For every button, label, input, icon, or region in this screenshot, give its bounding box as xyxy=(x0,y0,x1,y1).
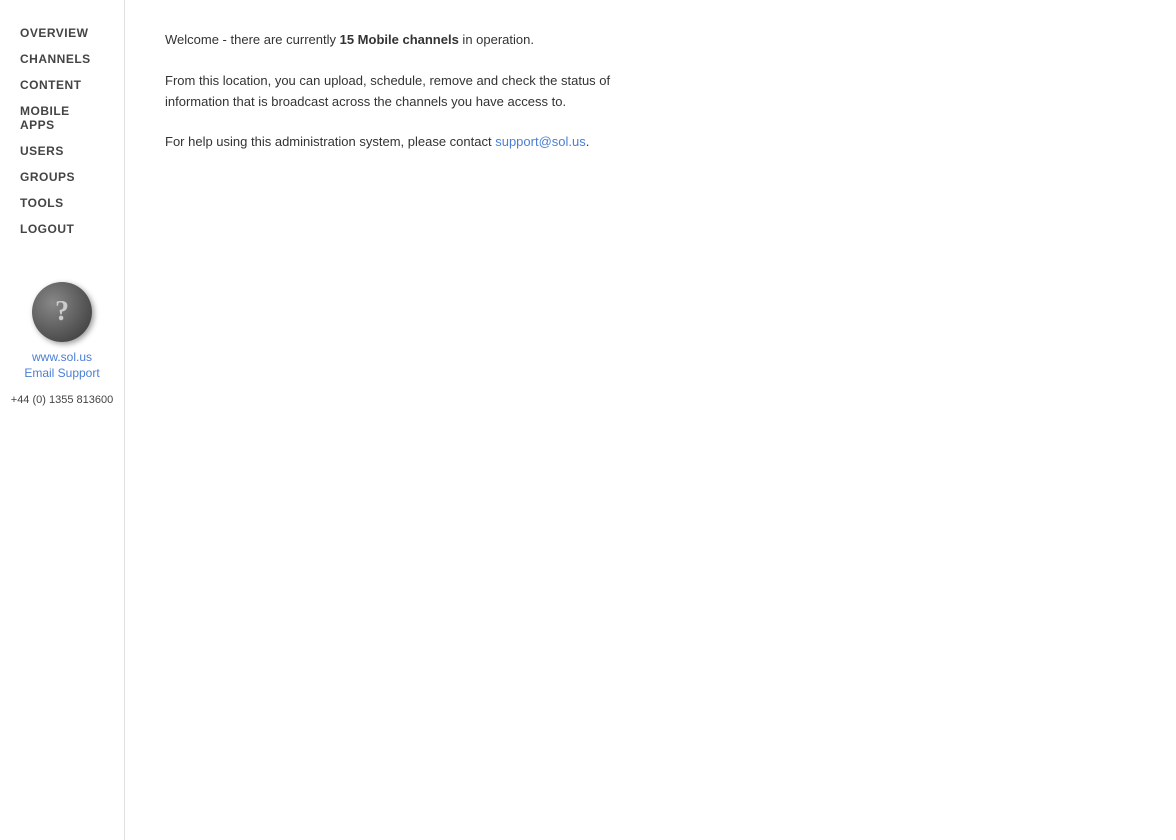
sidebar-item-tools[interactable]: TOOLS xyxy=(0,190,124,216)
sidebar: OVERVIEWCHANNELSCONTENTMOBILE APPSUSERSG… xyxy=(0,0,125,840)
channel-count: 15 Mobile channels xyxy=(340,32,459,47)
sidebar-item-overview[interactable]: OVERVIEW xyxy=(0,20,124,46)
sidebar-support: www.sol.us Email Support +44 (0) 1355 81… xyxy=(0,272,124,416)
help-icon xyxy=(32,282,92,342)
email-support-link[interactable]: Email Support xyxy=(24,366,99,380)
main-content: Welcome - there are currently 15 Mobile … xyxy=(125,0,1176,840)
sidebar-item-mobile-apps[interactable]: MOBILE APPS xyxy=(0,98,124,138)
info-text: From this location, you can upload, sche… xyxy=(165,71,645,113)
welcome-prefix: Welcome - there are currently xyxy=(165,32,340,47)
sidebar-item-content[interactable]: CONTENT xyxy=(0,72,124,98)
sidebar-item-users[interactable]: USERS xyxy=(0,138,124,164)
help-text: For help using this administration syste… xyxy=(165,132,1136,153)
sidebar-item-groups[interactable]: GROUPS xyxy=(0,164,124,190)
welcome-suffix: in operation. xyxy=(459,32,534,47)
website-link[interactable]: www.sol.us xyxy=(32,350,92,364)
help-suffix: . xyxy=(586,134,590,149)
support-email-link[interactable]: support@sol.us xyxy=(495,134,586,149)
welcome-message: Welcome - there are currently 15 Mobile … xyxy=(165,30,1136,51)
help-prefix: For help using this administration syste… xyxy=(165,134,495,149)
sidebar-item-channels[interactable]: CHANNELS xyxy=(0,46,124,72)
sidebar-item-logout[interactable]: LOGOUT xyxy=(0,216,124,242)
phone-number: +44 (0) 1355 813600 xyxy=(1,394,123,406)
